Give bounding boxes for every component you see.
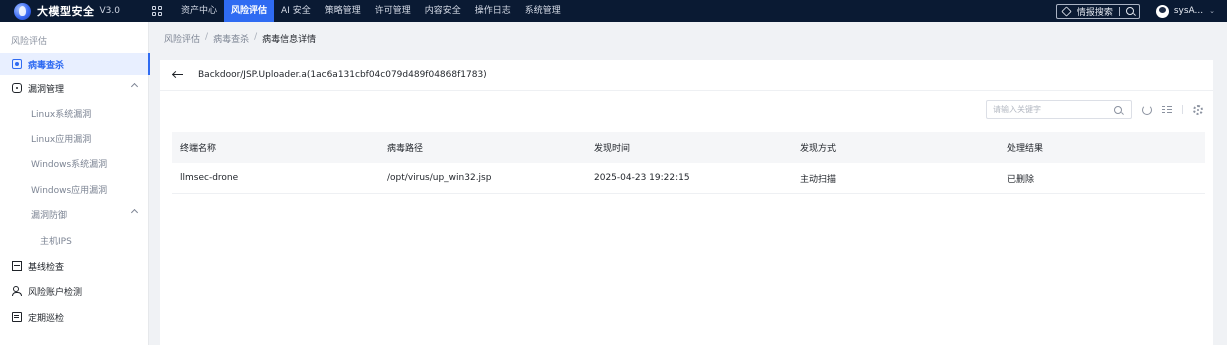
sidebar: 风险评估 病毒查杀 漏洞管理 Linux系统漏洞 Linux应用漏洞 Windo… [0,22,150,345]
column-header: 终端名称 [180,144,217,154]
search-box [986,100,1132,119]
search-input[interactable] [987,101,1113,118]
gear-icon[interactable] [1193,104,1203,115]
breadcrumb-item[interactable]: 病毒查杀 [213,32,249,45]
nav-license[interactable]: 许可管理 [368,0,418,22]
apps-grid-icon[interactable] [152,6,162,16]
column-header: 处理结果 [1007,144,1044,154]
table-cell: /opt/virus/up_win32.jsp [387,173,492,183]
virus-detail-table: 终端名称 病毒路径 发现时间 发现方式 处理结果 llmsec-drone /o… [172,132,1205,194]
nav-system[interactable]: 系统管理 [518,0,568,22]
detail-card: Backdoor/JSP.Uploader.a(1ac6a131cbf04c07… [160,60,1213,345]
sidebar-item-label: 漏洞防御 [31,210,68,221]
sidebar-item-host-ips[interactable]: 主机IPS [0,229,149,251]
user-menu[interactable]: sysA... ⌄ [1155,4,1215,18]
nav-policy[interactable]: 策略管理 [318,0,368,22]
main-nav: 资产中心 风险评估 AI 安全 策略管理 许可管理 内容安全 操作日志 系统管理 [174,0,568,22]
search-icon[interactable] [1114,106,1122,114]
sidebar-item-label: 定期巡检 [28,313,65,324]
breadcrumb-separator: / [205,32,209,42]
user-icon [12,286,22,296]
nav-content-security[interactable]: 内容安全 [418,0,468,22]
baseline-icon [12,261,22,271]
table-row[interactable]: llmsec-drone /opt/virus/up_win32.jsp 202… [172,163,1205,194]
breadcrumb-separator: / [254,32,258,42]
search-icon [1125,7,1134,15]
sidebar-item-virus[interactable]: 病毒查杀 [0,53,150,75]
avatar [1155,4,1169,18]
divider [1118,6,1120,16]
breadcrumb-item[interactable]: 风险评估 [164,32,200,45]
nav-operation-log[interactable]: 操作日志 [468,0,518,22]
column-header: 发现时间 [594,144,631,154]
divider [1182,105,1183,114]
app-title: 大模型安全 [37,5,95,18]
sidebar-item-linux-app-vuln[interactable]: Linux应用漏洞 [0,127,149,149]
column-settings-icon[interactable] [1162,105,1172,115]
app-version: V3.0 [99,6,120,16]
chevron-down-icon: ⌄ [1209,7,1215,15]
chevron-up-icon [130,82,139,91]
nav-asset-center[interactable]: 资产中心 [174,0,224,22]
column-header: 病毒路径 [387,144,424,154]
cube-icon [1061,5,1072,17]
virus-name: Backdoor/JSP.Uploader.a(1ac6a131cbf04c07… [198,70,487,80]
nav-ai-security[interactable]: AI 安全 [274,0,318,22]
sidebar-title: 风险评估 [11,37,48,47]
brand[interactable]: 大模型安全 V3.0 [0,0,148,22]
sidebar-item-linux-sys-vuln[interactable]: Linux系统漏洞 [0,102,149,124]
top-bar: 大模型安全 V3.0 资产中心 风险评估 AI 安全 策略管理 许可管理 内容安… [0,0,1227,22]
back-arrow-icon[interactable] [172,70,184,80]
user-name: sysA... [1173,6,1204,16]
column-header: 发现方式 [800,144,837,154]
sidebar-item-vuln-defense[interactable]: 漏洞防御 [0,203,149,225]
sidebar-item-risk-account[interactable]: 风险账户检测 [0,280,149,302]
sidebar-item-patrol[interactable]: 定期巡检 [0,306,149,328]
intel-search-button[interactable]: 情报搜索 [1055,3,1140,19]
virus-icon [12,59,22,69]
brand-logo-icon [14,2,31,20]
sidebar-item-label: 病毒查杀 [28,60,65,71]
sidebar-item-windows-sys-vuln[interactable]: Windows系统漏洞 [0,152,149,174]
sidebar-item-baseline[interactable]: 基线检查 [0,255,149,277]
sidebar-item-label: 风险账户检测 [28,287,83,298]
chevron-up-icon [130,208,139,217]
nav-risk-assessment[interactable]: 风险评估 [224,0,275,22]
sidebar-item-vuln[interactable]: 漏洞管理 [0,77,149,99]
calendar-icon [12,312,22,322]
sidebar-item-windows-app-vuln[interactable]: Windows应用漏洞 [0,178,149,200]
breadcrumb-current: 病毒信息详情 [262,35,317,45]
table-toolbar [986,100,1203,119]
bug-icon [12,83,22,93]
detail-header: Backdoor/JSP.Uploader.a(1ac6a131cbf04c07… [160,60,1213,91]
intel-search-label: 情报搜索 [1076,7,1113,18]
refresh-icon[interactable] [1142,104,1152,115]
table-header: 终端名称 病毒路径 发现时间 发现方式 处理结果 [172,132,1205,163]
sidebar-item-label: 基线检查 [28,262,65,273]
table-cell: 2025-04-23 19:22:15 [594,173,690,183]
breadcrumb: 风险评估 / 病毒查杀 / 病毒信息详情 [164,32,316,45]
table-cell: llmsec-drone [180,173,239,183]
top-right: 情报搜索 sysA... ⌄ [1055,0,1227,22]
sidebar-item-label: 漏洞管理 [28,84,65,95]
table-cell: 已删除 [1007,174,1035,185]
table-cell: 主动扫描 [800,174,837,185]
